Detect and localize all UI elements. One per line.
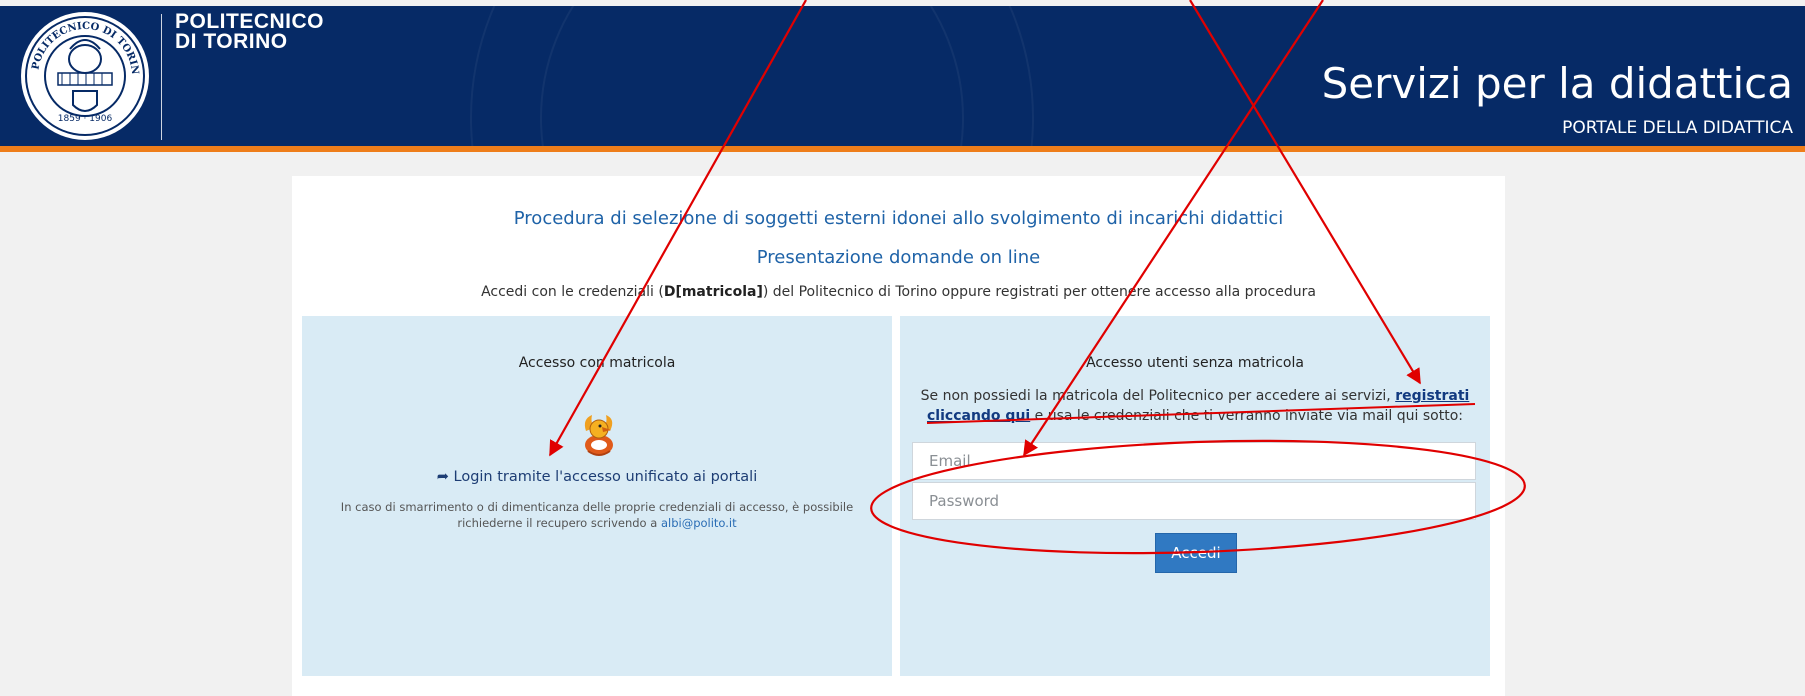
university-name-line1: POLITECNICO bbox=[175, 10, 325, 33]
accedi-button[interactable]: Accedi bbox=[1155, 533, 1237, 573]
intro-text: Accedi con le credenziali (D[matricola])… bbox=[292, 283, 1505, 301]
external-panel-title: Accesso utenti senza matricola bbox=[1086, 355, 1304, 371]
sso-login-link-label: Login tramite l'accesso unificato ai por… bbox=[453, 469, 758, 485]
intro-text-bold: D[matricola] bbox=[663, 284, 763, 300]
intro-text-before: Accedi con le credenziali ( bbox=[481, 284, 664, 300]
griffin-mascot-icon bbox=[584, 415, 613, 456]
site-subtitle: PORTALE DELLA DIDATTICA bbox=[1562, 118, 1793, 138]
header-divider bbox=[161, 14, 162, 140]
external-login-panel: Accesso utenti senza matricola Se non po… bbox=[900, 316, 1490, 676]
sso-login-link[interactable]: ➦ Login tramite l'accesso unificato ai p… bbox=[302, 468, 892, 486]
recovery-note-text: In caso di smarrimento o di dimenticanza… bbox=[340, 500, 854, 530]
registration-text-before: Se non possiedi la matricola del Politec… bbox=[920, 388, 1391, 404]
matricola-panel-title: Accesso con matricola bbox=[518, 355, 676, 371]
email-input[interactable] bbox=[912, 442, 1476, 480]
site-title: Servizi per la didattica bbox=[1321, 59, 1793, 108]
main-card: Procedura di selezione di soggetti ester… bbox=[292, 176, 1505, 696]
university-name-line2: DI TORINO bbox=[175, 30, 288, 53]
registration-instructions: Se non possiedi la matricola del Politec… bbox=[914, 386, 1476, 426]
header-accent-strip bbox=[0, 146, 1805, 152]
recovery-email-link[interactable]: albi@polito.it bbox=[661, 516, 737, 530]
password-input[interactable] bbox=[912, 482, 1476, 520]
watermark-seal-inner bbox=[540, 6, 964, 146]
matricola-login-panel: Accesso con matricola ➦ Login tramite l'… bbox=[302, 316, 892, 676]
registration-text-after: e usa le credenziali che ti verranno inv… bbox=[1034, 408, 1463, 424]
intro-text-after: ) del Politecnico di Torino oppure regis… bbox=[762, 284, 1316, 300]
university-name: POLITECNICO DI TORINO bbox=[175, 10, 325, 53]
procedure-subtitle: Presentazione domande on line bbox=[756, 247, 1041, 268]
procedure-title: Procedura di selezione di soggetti ester… bbox=[513, 208, 1284, 229]
credentials-recovery-note: In caso di smarrimento o di dimenticanza… bbox=[322, 499, 872, 531]
seal-years: 1859 · 1906 bbox=[58, 114, 113, 124]
university-seal-logo: POLITECNICO DI TORINO 1859 · 1906 bbox=[18, 9, 149, 140]
site-header: POLITECNICO DI TORINO 1859 · 1906 POLITE… bbox=[0, 6, 1805, 146]
share-arrow-icon: ➦ bbox=[436, 469, 449, 485]
